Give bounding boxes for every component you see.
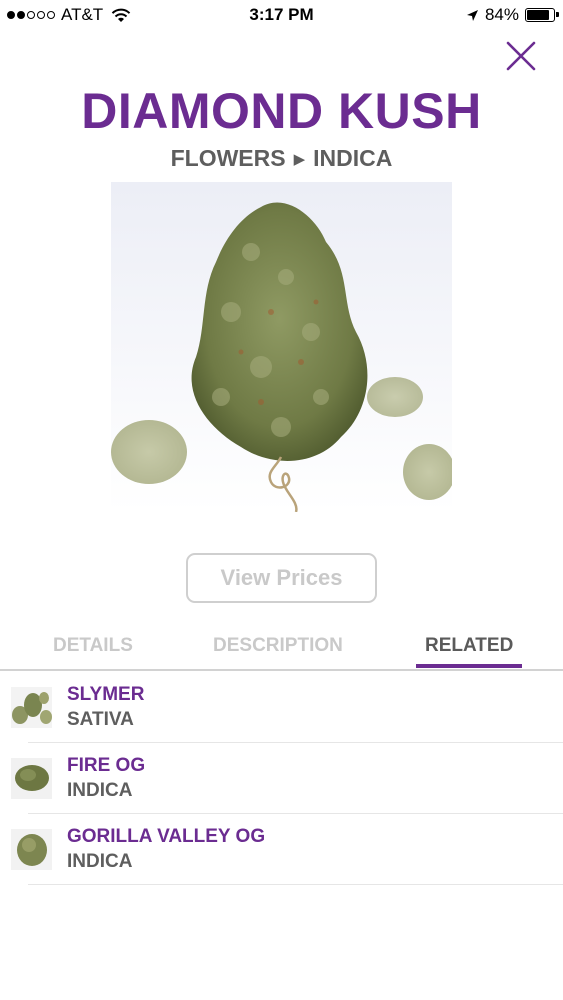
product-thumbnail (11, 687, 52, 728)
battery-percent: 84% (484, 5, 519, 24)
caret-right-icon: ▶ (293, 150, 306, 168)
close-icon (506, 41, 536, 71)
product-image (111, 182, 452, 512)
status-bar: AT&T 3:17 PM 84% (0, 0, 563, 30)
tab-related[interactable]: RELATED (425, 635, 513, 657)
location-arrow-icon (466, 9, 478, 21)
divider (28, 884, 563, 885)
product-thumbnail (11, 829, 52, 870)
tab-details[interactable]: DETAILS (53, 635, 133, 657)
list-item[interactable]: SLYMER SATIVA (0, 672, 563, 743)
status-right: 84% (466, 5, 559, 25)
close-button[interactable] (505, 40, 537, 72)
breadcrumb-category[interactable]: FLOWERS (171, 145, 286, 172)
related-item-type: INDICA (67, 851, 133, 872)
related-item-name: GORILLA VALLEY OG (67, 826, 266, 847)
related-item-type: INDICA (67, 780, 133, 801)
tab-bar: DETAILS DESCRIPTION RELATED (0, 630, 563, 671)
tab-description[interactable]: DESCRIPTION (213, 635, 343, 657)
related-item-type: SATIVA (67, 709, 134, 730)
view-prices-button[interactable]: View Prices (186, 553, 377, 603)
list-item[interactable]: FIRE OG INDICA (0, 743, 563, 814)
breadcrumb-type[interactable]: INDICA (313, 145, 392, 172)
active-tab-indicator (416, 664, 522, 668)
battery-level (527, 10, 549, 20)
list-item[interactable]: GORILLA VALLEY OG INDICA (0, 814, 563, 885)
product-thumbnail (11, 758, 52, 799)
related-item-name: SLYMER (67, 684, 145, 705)
battery-icon (525, 8, 559, 22)
related-item-name: FIRE OG (67, 755, 146, 776)
breadcrumb: FLOWERS ▶ INDICA (0, 145, 563, 172)
related-list: SLYMER SATIVA FIRE OG INDICA GORILLA VAL… (0, 672, 563, 885)
product-title: DIAMOND KUSH (81, 83, 482, 139)
